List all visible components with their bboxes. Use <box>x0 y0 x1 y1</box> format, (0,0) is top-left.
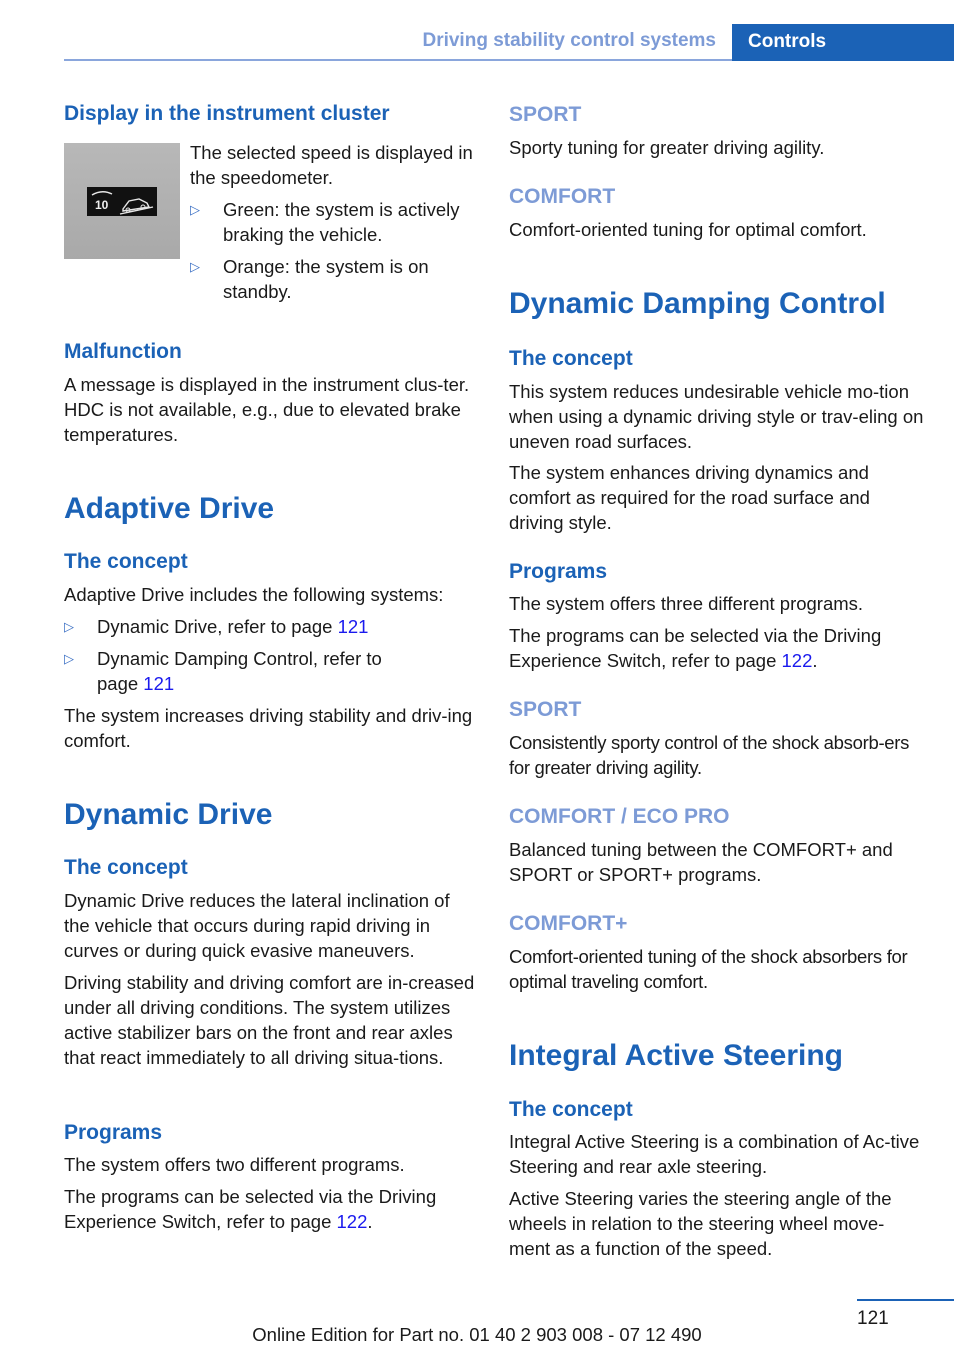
bullet-item: ▷ Dynamic Damping Control, refer to page … <box>64 648 382 694</box>
ddc-program-sport-text: Consistently sporty control of the shock… <box>509 732 910 778</box>
ias-paragraph-2: Active Steering varies the steering angl… <box>509 1188 892 1259</box>
page-link[interactable]: 121 <box>143 673 174 694</box>
malfunction-heading: Malfunction <box>64 340 182 363</box>
ddc-program-comfort-eco-pro-text: Balanced tuning between the COMFORT+ and… <box>509 839 893 885</box>
ddc-program-comfort-eco-pro-heading: COMFORT / ECO PRO <box>509 805 730 828</box>
ddc-concept-heading: The concept <box>509 347 633 370</box>
adaptive-drive-list: ▷ Dynamic Drive, refer to page 121 ▷ Dynam… <box>64 614 478 703</box>
triangle-bullet-icon: ▷ <box>64 651 74 666</box>
ddc-programs-heading: Programs <box>509 560 608 583</box>
ddc-heading: Dynamic Damping Control <box>509 287 886 320</box>
bullet-item: ▷ Dynamic Drive, refer to page 121 <box>64 616 369 637</box>
triangle-bullet-icon: ▷ <box>190 202 200 217</box>
dd-program-sport-text: Sporty tuning for greater driving agilit… <box>509 137 825 158</box>
triangle-bullet-icon: ▷ <box>190 259 200 274</box>
dynamic-drive-programs-p2: The programs can be selected via the Dri… <box>64 1186 437 1232</box>
dynamic-drive-programs-heading: Programs <box>64 1121 163 1144</box>
page-link[interactable]: 122 <box>337 1211 368 1232</box>
header-chapter-tab: Controls <box>732 24 954 61</box>
ias-heading: Integral Active Steering <box>509 1039 843 1072</box>
header-rule <box>64 59 732 61</box>
hdc-indicator-icon: 10 <box>87 187 157 216</box>
display-bullets: ▷ Green: the system is actively braking t… <box>190 197 480 311</box>
ias-paragraph-1: Integral Active Steering is a combinatio… <box>509 1131 920 1177</box>
dd-program-sport-heading: SPORT <box>509 103 582 126</box>
footer-rule <box>857 1299 954 1301</box>
dynamic-drive-paragraph-1: Dynamic Drive reduces the lateral inclin… <box>64 890 450 961</box>
page-link[interactable]: 122 <box>782 650 813 671</box>
ddc-paragraph-1: This system reduces undesirable vehicle … <box>509 381 924 452</box>
adaptive-drive-intro: Adaptive Drive includes the following sy… <box>64 584 444 605</box>
dynamic-drive-programs-p1: The system offers two different programs… <box>64 1154 405 1175</box>
malfunction-text: A message is displayed in the instrument… <box>64 374 470 445</box>
ddc-program-sport-heading: SPORT <box>509 698 582 721</box>
triangle-bullet-icon: ▷ <box>64 619 74 634</box>
footer-edition-text: Online Edition for Part no. 01 40 2 903 … <box>252 1324 702 1345</box>
dd-program-comfort-text: Comfort-oriented tuning for optimal comf… <box>509 219 867 240</box>
dynamic-drive-concept-heading: The concept <box>64 856 188 879</box>
header-section-title: Driving stability control systems <box>422 30 716 51</box>
instrument-cluster-image: 10 <box>64 143 180 259</box>
bullet-item: ▷ Orange: the system is on standby. <box>190 256 429 302</box>
ddc-program-comfort-plus-heading: COMFORT+ <box>509 912 628 935</box>
display-heading: Display in the instrument cluster <box>64 102 390 125</box>
bullet-item: ▷ Green: the system is actively braking t… <box>190 199 460 245</box>
ias-concept-heading: The concept <box>509 1098 633 1121</box>
ddc-programs-p2: The programs can be selected via the Dri… <box>509 625 882 671</box>
ddc-program-comfort-plus-text: Comfort-oriented tuning of the shock abs… <box>509 946 908 992</box>
page-link[interactable]: 121 <box>338 616 369 637</box>
display-text: The selected speed is displayed in the s… <box>190 142 473 188</box>
dd-program-comfort-heading: COMFORT <box>509 185 616 208</box>
adaptive-drive-heading: Adaptive Drive <box>64 492 275 525</box>
adaptive-drive-outro: The system increases driving stability a… <box>64 705 473 751</box>
dynamic-drive-heading: Dynamic Drive <box>64 798 273 831</box>
ddc-programs-p1: The system offers three different progra… <box>509 593 864 614</box>
svg-text:10: 10 <box>95 198 109 212</box>
dynamic-drive-paragraph-2: Driving stability and driving comfort ar… <box>64 972 475 1068</box>
ddc-paragraph-2: The system enhances driving dynamics and… <box>509 462 870 533</box>
adaptive-drive-concept-heading: The concept <box>64 550 188 573</box>
